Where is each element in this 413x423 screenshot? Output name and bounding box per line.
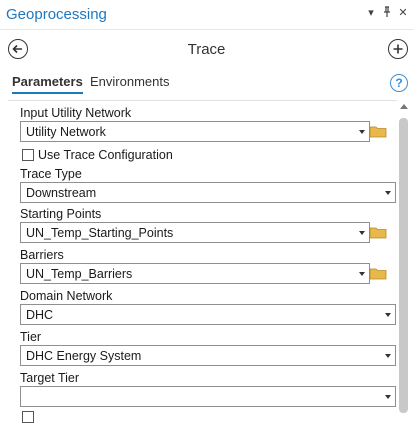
folder-icon[interactable] [369,226,387,239]
tab-strip: Parameters Environments ? [0,72,413,98]
tier-select[interactable]: DHC Energy System [20,345,396,366]
starting-points-label: Starting Points [20,207,102,221]
target-tier-select[interactable] [20,386,396,407]
chevron-down-icon[interactable]: ▾ [364,6,378,20]
trace-type-label: Trace Type [20,167,82,181]
select-value: UN_Temp_Barriers [26,267,133,281]
chevron-down-icon [385,191,391,195]
help-icon[interactable]: ? [390,74,408,92]
chevron-down-icon [359,130,365,134]
chevron-down-icon [385,395,391,399]
select-value: Downstream [26,186,97,200]
tier-label: Tier [20,330,42,344]
tool-title: Trace [187,41,226,58]
chevron-down-icon [385,313,391,317]
input-utility-network-label: Input Utility Network [20,106,132,120]
close-icon[interactable]: ✕ [396,6,410,20]
select-value: UN_Temp_Starting_Points [26,226,174,240]
parameters-form: Input Utility Network Utility Network Us… [8,100,397,423]
target-tier-label: Target Tier [20,371,80,385]
use-trace-configuration-checkbox[interactable] [22,149,34,161]
folder-icon[interactable] [369,267,387,280]
domain-network-label: Domain Network [20,289,113,303]
chevron-down-icon [359,231,365,235]
folder-icon[interactable] [369,125,387,138]
chevron-down-icon [359,272,365,276]
tab-environments[interactable]: Environments [90,74,169,89]
starting-points-select[interactable]: UN_Temp_Starting_Points [20,222,370,243]
use-trace-configuration-label: Use Trace Configuration [38,148,173,162]
barriers-label: Barriers [20,248,64,262]
scroll-up-icon[interactable] [400,104,408,109]
pane-header: Geoprocessing ▾ ✕ [0,0,413,30]
select-value: Utility Network [26,125,106,139]
trace-type-select[interactable]: Downstream [20,182,396,203]
tab-parameters[interactable]: Parameters [12,74,83,94]
domain-network-select[interactable]: DHC [20,304,396,325]
scroll-thumb[interactable] [399,118,408,413]
pin-icon[interactable] [380,6,394,20]
pane-title: Geoprocessing [6,6,107,23]
input-utility-network-select[interactable]: Utility Network [20,121,370,142]
add-icon[interactable] [388,39,408,59]
chevron-down-icon [385,354,391,358]
select-value: DHC [26,308,54,322]
barriers-select[interactable]: UN_Temp_Barriers [20,263,370,284]
vertical-scrollbar[interactable] [397,100,411,413]
select-value: DHC Energy System [26,349,142,363]
tool-nav-row: Trace [0,36,413,64]
